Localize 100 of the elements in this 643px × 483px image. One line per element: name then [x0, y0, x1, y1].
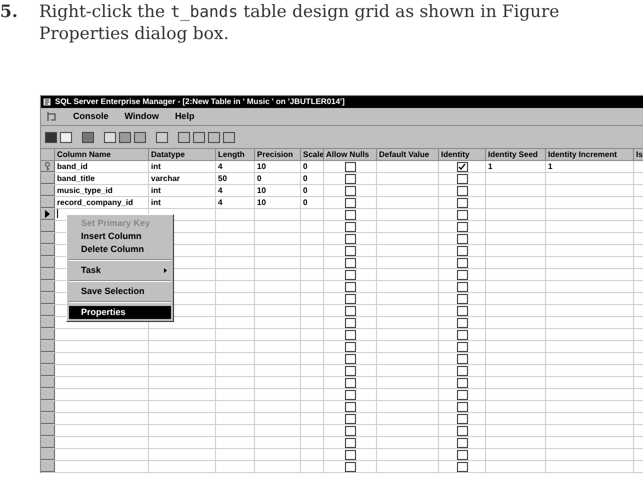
table-cell: 0 [303, 198, 308, 207]
checkbox[interactable] [344, 198, 356, 208]
table-cell: 1 [488, 162, 492, 171]
column-header[interactable]: Length [216, 149, 255, 160]
checkbox[interactable] [344, 378, 356, 388]
column-header[interactable]: Column Name [55, 149, 149, 160]
checkbox[interactable] [456, 174, 468, 184]
table-cell: 4 [218, 186, 222, 195]
table-cell: int [151, 198, 161, 207]
app-icon [43, 98, 51, 106]
checkbox[interactable] [456, 438, 468, 448]
checkbox[interactable] [456, 306, 468, 316]
checkbox[interactable] [344, 186, 356, 196]
table-cell: 4 [218, 198, 222, 207]
checkbox[interactable] [456, 318, 468, 328]
menu-item[interactable]: Console [73, 110, 109, 124]
checkbox[interactable] [344, 426, 356, 436]
table-cell: 0 [257, 174, 262, 183]
column-header[interactable]: Identity [439, 149, 486, 160]
checkbox[interactable] [456, 222, 468, 232]
checkbox[interactable] [344, 162, 356, 172]
table-cell: record_company_id [57, 198, 134, 207]
checkbox[interactable] [344, 462, 356, 472]
checkbox[interactable] [344, 246, 356, 256]
instruction-text: Properties dialog box. [39, 24, 229, 44]
row-selector[interactable] [41, 209, 55, 220]
checkbox[interactable] [344, 402, 356, 412]
checkbox[interactable] [456, 378, 468, 388]
checkbox[interactable] [344, 210, 356, 220]
checkbox[interactable] [456, 366, 468, 376]
checkbox[interactable] [344, 306, 356, 316]
checkbox[interactable] [344, 390, 356, 400]
instruction-text: Right-click the t_bands table design grid as shown in Figure [39, 1, 560, 23]
menu-item[interactable]: Insert Column [69, 230, 171, 243]
checkbox[interactable] [344, 450, 356, 460]
menu-item[interactable]: Save Selection [69, 285, 171, 298]
current-row-icon [45, 210, 50, 218]
checkbox[interactable] [456, 234, 468, 244]
table-cell: 0 [303, 174, 308, 183]
column-header[interactable]: Identity Increment [546, 149, 634, 160]
column-header[interactable]: Allow Nulls [324, 149, 377, 160]
submenu-arrow-icon [164, 268, 167, 273]
checkbox[interactable] [456, 246, 468, 256]
table-cell: 0 [303, 186, 308, 195]
checkbox[interactable] [456, 198, 468, 208]
window-title: SQL Server Enterprise Manager - [2:New Table in ' Music ' on 'JBUTLER014'] [55, 96, 345, 108]
checkbox[interactable] [344, 222, 356, 232]
table-cell: int [151, 186, 161, 195]
column-header[interactable]: Default Value [377, 149, 439, 160]
menu-item[interactable]: Delete Column [69, 243, 171, 256]
checkbox[interactable] [344, 438, 356, 448]
checkbox[interactable] [344, 330, 356, 340]
menu-item[interactable]: Task [69, 264, 171, 277]
checkbox[interactable] [456, 294, 468, 304]
table-cell: music_type_id [57, 186, 113, 195]
checkbox[interactable] [344, 294, 356, 304]
table-cell: 4 [218, 162, 222, 171]
checkbox[interactable] [456, 186, 468, 196]
menu-item[interactable]: Help [174, 110, 194, 124]
checkbox[interactable] [456, 414, 468, 424]
checkbox[interactable] [344, 366, 356, 376]
checkbox[interactable] [456, 402, 468, 412]
checkbox[interactable] [456, 270, 468, 280]
column-header[interactable]: Datatype [149, 149, 216, 160]
checkbox[interactable] [344, 282, 356, 292]
checkbox[interactable] [456, 162, 468, 172]
step-number: 5. [0, 1, 19, 23]
checkbox[interactable] [456, 390, 468, 400]
checkbox[interactable] [456, 354, 468, 364]
checkbox[interactable] [344, 270, 356, 280]
column-header[interactable]: Precision [255, 149, 301, 160]
table-cell: varchar [151, 174, 180, 183]
table-cell: 50 [218, 174, 227, 183]
checkbox[interactable] [344, 342, 356, 352]
column-header[interactable]: Identity Seed [486, 149, 546, 160]
checkbox[interactable] [456, 330, 468, 340]
checkbox[interactable] [456, 462, 468, 472]
checkbox[interactable] [456, 450, 468, 460]
table-cell: 10 [257, 198, 266, 207]
checkbox[interactable] [456, 426, 468, 436]
checkbox[interactable] [456, 258, 468, 268]
checkbox[interactable] [344, 234, 356, 244]
checkbox[interactable] [456, 210, 468, 220]
text-cursor [57, 209, 58, 218]
checkbox[interactable] [344, 354, 356, 364]
table-cell: 1 [548, 162, 552, 171]
column-header[interactable]: Is [634, 149, 643, 160]
table-cell: int [151, 162, 161, 171]
checkbox[interactable] [344, 414, 356, 424]
checkbox[interactable] [344, 174, 356, 184]
checkbox[interactable] [344, 318, 356, 328]
menu-item[interactable]: Properties [69, 306, 171, 319]
checkbox[interactable] [456, 282, 468, 292]
menu-item[interactable]: Window [124, 110, 159, 124]
checkbox[interactable] [344, 258, 356, 268]
table-cell: band_title [57, 174, 95, 183]
table-cell: band_id [57, 162, 88, 171]
table-cell: 0 [303, 162, 308, 171]
checkmark-icon [458, 163, 466, 170]
checkbox[interactable] [456, 342, 468, 352]
